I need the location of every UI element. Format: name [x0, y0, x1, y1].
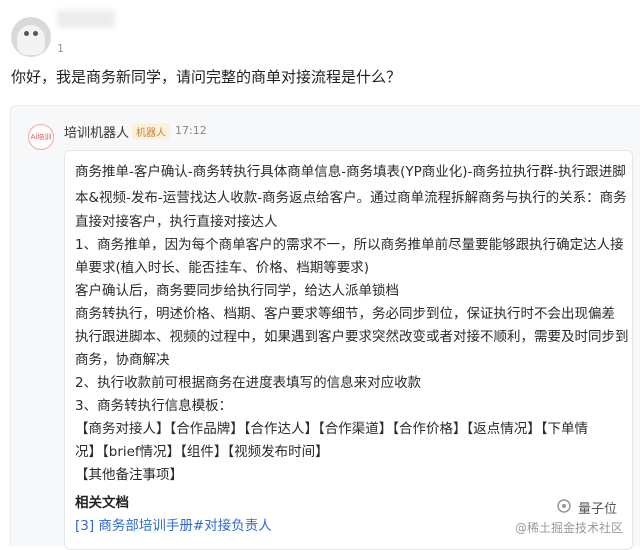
user-avatar[interactable] — [11, 17, 51, 57]
reply-line: 商务，协商解决 — [75, 352, 170, 368]
bot-message-time: 17:12 — [175, 124, 207, 137]
reply-line: 执行跟进脚本、视频的过程中，如果遇到客户要求突然改变或者对接不顺利，需要及时同步… — [75, 329, 629, 345]
user-message: 1 你好，我是商务新同学，请问完整的商单对接流程是什么？ — [0, 0, 640, 105]
watermark-logo-icon — [557, 499, 571, 513]
reply-line: 【其他备注事项】 — [75, 467, 183, 483]
reply-line: 本&视频-发布-运营找达人收款-商务返点给客户。通过商单流程拆解商务与执行的关系… — [75, 190, 627, 206]
related-doc-link[interactable]: [3] 商务部培训手册#对接负责人 — [75, 514, 272, 534]
reply-line: 单要求(植入时长、能否挂车、价格、档期等要求) — [75, 260, 370, 276]
reply-line: 客户确认后，商务要同步给执行同学，给达人派单锁档 — [75, 283, 399, 299]
bot-avatar-label: Ai培训 — [30, 132, 52, 141]
related-doc-title[interactable]: 商务部培训手册#对接负责人 — [98, 518, 271, 534]
bot-avatar[interactable]: Ai培训 — [28, 124, 54, 150]
user-message-time: 1 — [57, 42, 64, 55]
bot-name[interactable]: 培训机器人 — [64, 122, 129, 141]
reply-line: 2、执行收款前可根据商务在进度表填写的信息来对应收款 — [75, 375, 422, 391]
reply-line: 1、商务推单，因为每个商单客户的需求不一，所以商务推单前尽量要能够跟执行确定达人… — [75, 237, 624, 253]
reply-line: 况】【brief情况】【组件】【视频发布时间】 — [75, 444, 329, 460]
bot-badge: 机器人 — [132, 123, 170, 140]
reply-line: 商务转执行，明述价格、档期、客户要求等细节，务必同步到位，保证执行时不会出现偏差 — [75, 306, 615, 322]
related-doc-index: [3] — [75, 518, 95, 534]
reply-line: 商务推单-客户确认-商务转执行具体商单信息-商务填表(YP商业化)-商务拉执行群… — [75, 164, 626, 180]
related-docs-heading: 相关文档 — [75, 495, 129, 511]
reply-line: 3、商务转执行信息模板： — [75, 398, 233, 414]
user-question-text: 你好，我是商务新同学，请问完整的商单对接流程是什么？ — [11, 68, 402, 86]
watermark-site: @稀土掘金技术社区 — [515, 521, 624, 535]
watermark-brand: 量子位 — [578, 502, 618, 517]
reply-line: 直接对接客户，执行直接对接达人 — [75, 214, 278, 230]
reply-line: 【商务对接人】【合作品牌】【合作达人】【合作渠道】【合作价格】【返点情况】【下单… — [75, 421, 588, 437]
user-name-redacted — [57, 10, 115, 28]
